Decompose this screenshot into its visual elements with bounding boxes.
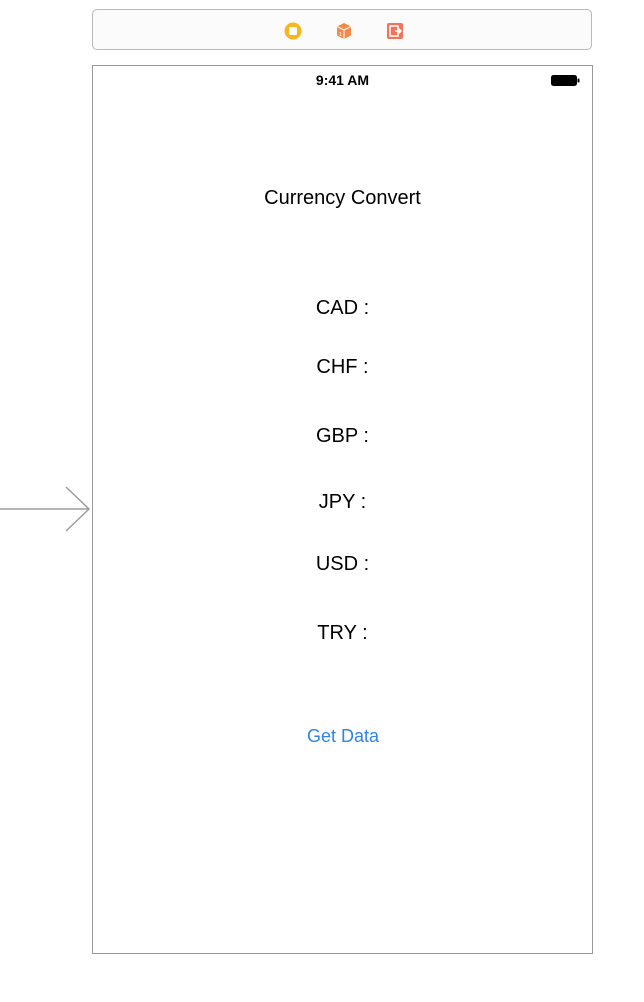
status-bar-time: 9:41 AM [315, 72, 370, 88]
usd-label: USD : [315, 553, 370, 575]
chf-label: CHF : [316, 356, 369, 378]
jpy-label: JPY : [318, 491, 367, 513]
battery-icon [551, 75, 580, 86]
scene-dock: 1 [92, 9, 592, 50]
exit-icon[interactable] [386, 22, 404, 40]
first-responder-icon[interactable]: 1 [335, 22, 353, 40]
get-data-button[interactable]: Get Data [293, 720, 393, 752]
try-label: TRY : [317, 622, 368, 644]
title-label: Currency Convert [264, 187, 421, 209]
svg-text:1: 1 [339, 32, 342, 38]
view-controller-icon[interactable] [284, 22, 302, 40]
cad-label: CAD : [315, 297, 370, 319]
view-controller-canvas: 9:41 AM Currency Convert CAD : CHF : GBP… [92, 65, 593, 954]
storyboard-entry-arrow-icon [0, 486, 92, 532]
gbp-label: GBP : [316, 425, 369, 447]
